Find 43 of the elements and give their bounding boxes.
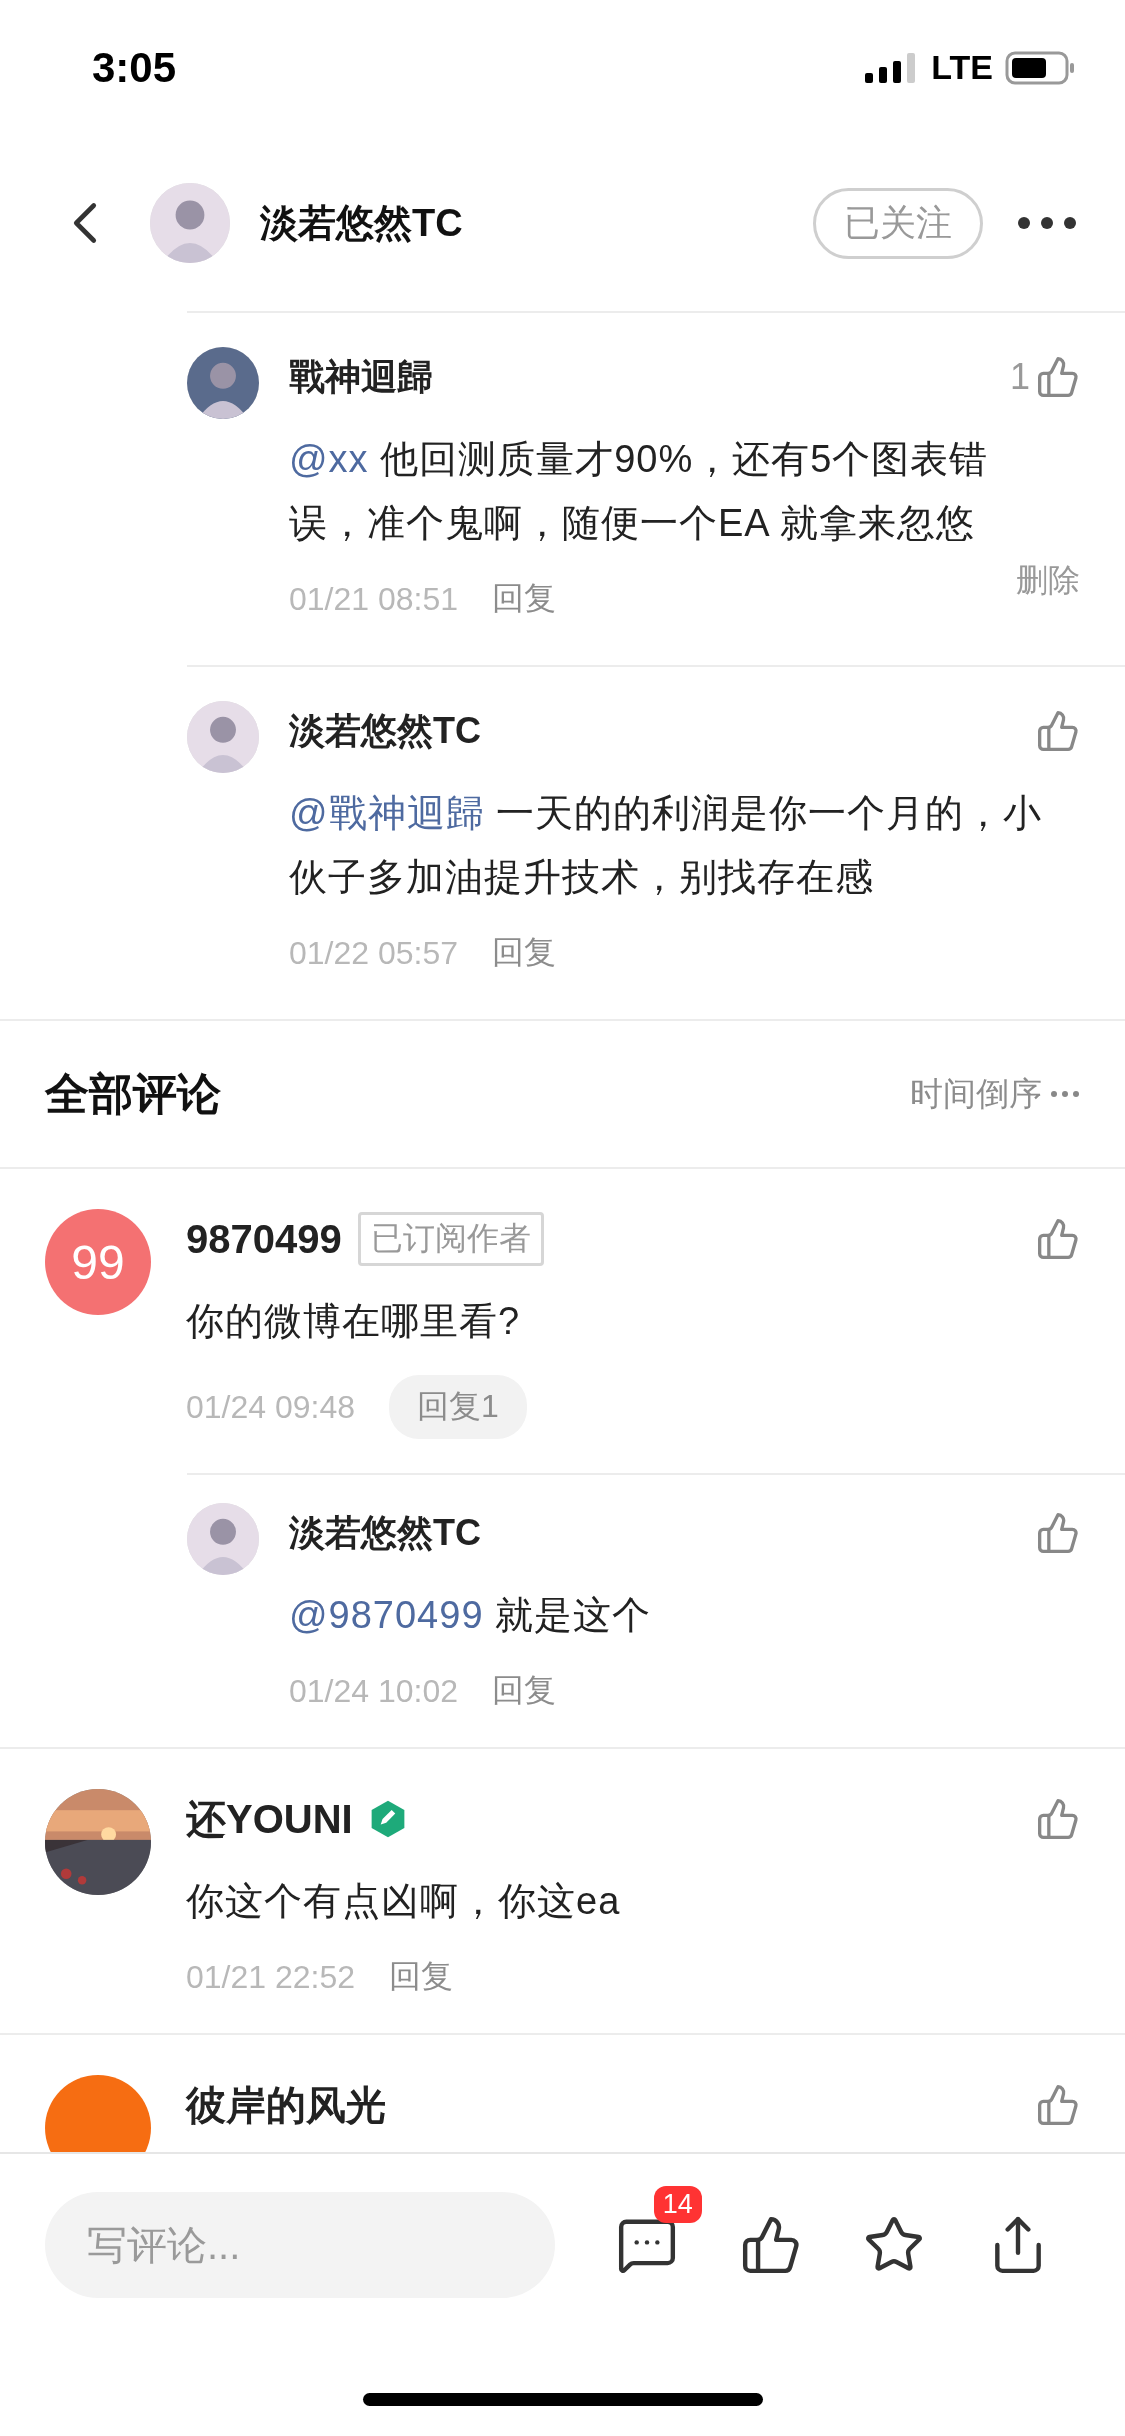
author-name[interactable]: 淡若悠然TC [289, 706, 481, 756]
comment-time: 01/22 05:57 [289, 934, 459, 972]
comment-count-badge: 14 [653, 2186, 702, 2223]
comment-text: @xx 他回测质量才90%，还有5个图表错误，准个鬼啊，随便一个EA 就拿来忽悠 [289, 437, 990, 546]
author-name[interactable]: 戰神迴歸 [289, 352, 433, 402]
like-icon[interactable] [1036, 709, 1080, 753]
like-icon[interactable] [1036, 355, 1080, 399]
like-count: 1 [1009, 356, 1030, 398]
comment-time: 01/24 10:02 [289, 1672, 459, 1710]
like-icon[interactable] [1036, 1511, 1080, 1555]
sort-button[interactable]: 时间倒序 [910, 1071, 1042, 1117]
avatar[interactable]: 99 [45, 1209, 151, 1315]
like-icon[interactable] [1036, 1797, 1080, 1841]
more-icon[interactable] [1017, 216, 1077, 230]
reply-button[interactable]: 回复 [389, 1955, 454, 1999]
author-name[interactable]: 淡若悠然TC [289, 1508, 481, 1558]
reply-button[interactable]: 回复 [492, 1669, 557, 1713]
comment-time: 01/24 09:48 [186, 1388, 356, 1426]
author-name[interactable]: 还YOUNI [186, 1791, 353, 1847]
comment-text: 你的微博在哪里看? [186, 1299, 522, 1344]
comments-button[interactable]: 14 [615, 2186, 702, 2276]
battery-icon [1005, 50, 1077, 85]
delete-button[interactable]: 删除 [1016, 559, 1080, 603]
author-name[interactable]: 彼岸的风光 [186, 2077, 386, 2133]
subscriber-tag: 已订阅作者 [357, 1212, 544, 1266]
page-title: 淡若悠然TC [260, 200, 464, 246]
section-title: 全部评论 [45, 1067, 221, 1120]
reply-button[interactable]: 回复 [492, 931, 557, 975]
reply-button[interactable]: 回复 [492, 577, 557, 621]
like-icon[interactable] [1036, 1217, 1080, 1261]
avatar[interactable] [45, 2075, 151, 2152]
comment-text: @9870499 就是这个 [289, 1593, 653, 1638]
comment-time: 01/21 08:51 [289, 580, 459, 618]
comment-time: 01/21 22:52 [186, 1958, 356, 1996]
comment-text: @戰神迴歸 一天的的利润是你一个月的，小伙子多加油提升技术，别找存在感 [289, 791, 1044, 900]
status-time: 3:05 [92, 43, 177, 92]
comment-input[interactable]: 写评论... [45, 2192, 555, 2298]
like-icon[interactable] [1036, 2083, 1080, 2127]
network-label: LTE [931, 48, 993, 87]
follow-button[interactable]: 已关注 [813, 187, 983, 259]
reply-button[interactable]: 回复1 [389, 1375, 527, 1439]
comment-text: 你这个有点凶啊，你这ea [186, 1879, 622, 1924]
author-name[interactable]: 9870499 [186, 1216, 342, 1262]
